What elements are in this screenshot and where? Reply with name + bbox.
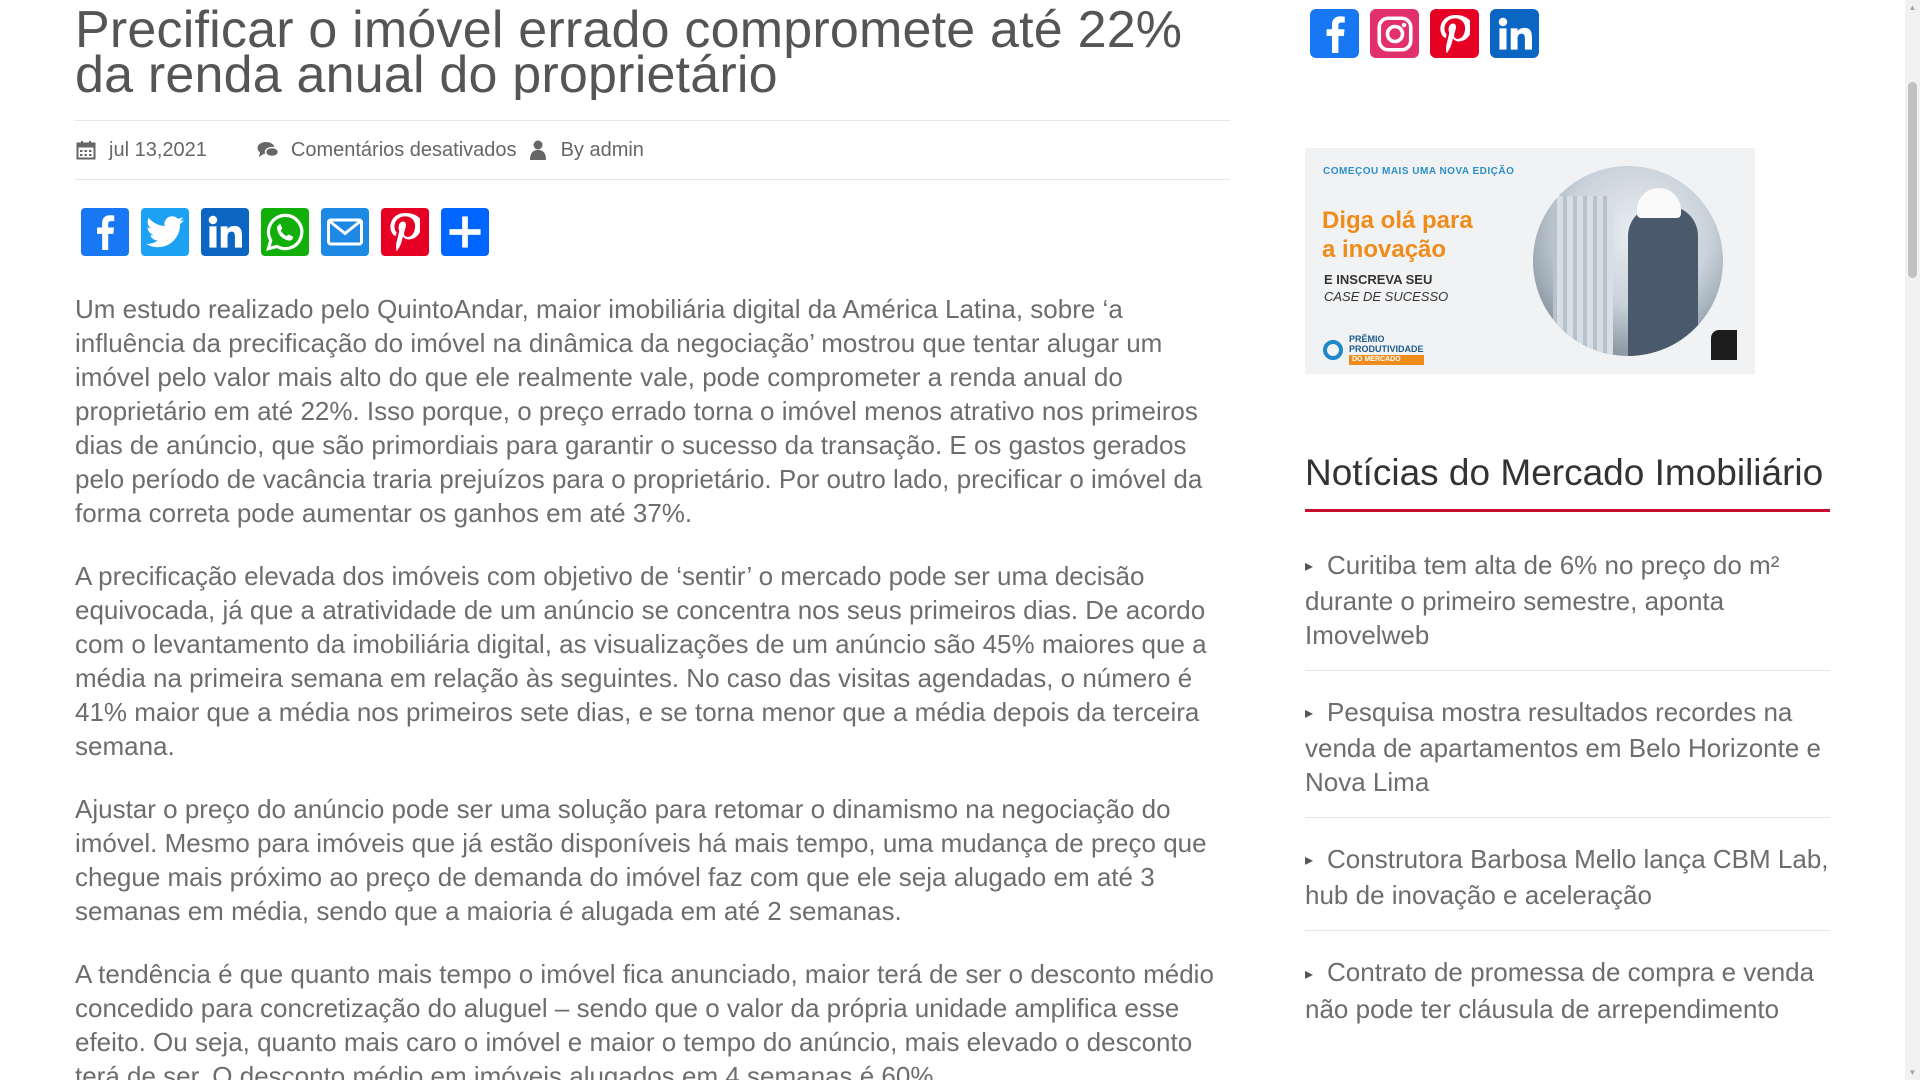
chevron-right-icon: ▸ (1305, 705, 1314, 723)
social-links (1310, 9, 1830, 58)
share-facebook-button[interactable] (81, 208, 129, 256)
scroll-up-icon[interactable]: ▲ (1905, 0, 1920, 15)
banner-sub-2: CASE DE SUCESSO (1324, 289, 1449, 304)
banner-logo: PRÊMIO PRODUTIVIDADE DO MERCADO (1323, 334, 1424, 365)
news-item[interactable]: ▸ Curitiba tem alta de 6% no preço do m² … (1305, 548, 1830, 672)
banner-logo-main: PRODUTIVIDADE (1349, 344, 1424, 354)
share-linkedin-button[interactable] (201, 208, 249, 256)
vertical-scrollbar[interactable]: ▲ ▼ (1905, 0, 1920, 1080)
twitter-icon (146, 216, 184, 248)
widget-title-underline (1305, 509, 1830, 512)
article-title: Precificar o imóvel errado compromete at… (75, 1, 1183, 100)
banner-logo-top: PRÊMIO (1349, 334, 1385, 344)
article-paragraph: A tendência é que quanto mais tempo o im… (75, 959, 1214, 1080)
banner-headline-line-1: Diga olá para (1322, 207, 1473, 234)
news-item-link[interactable]: Curitiba tem alta de 6% no preço do m² d… (1305, 550, 1779, 650)
post-author-link[interactable]: By admin (561, 139, 644, 162)
article-title-wrap: Precificar o imóvel errado compromete at… (75, 0, 1230, 100)
scrollbar-thumb[interactable] (1908, 82, 1917, 278)
social-pinterest-link[interactable] (1430, 9, 1479, 58)
post-meta: jul 13,2021 Comentários desativados By a… (75, 120, 1230, 180)
facebook-icon (1326, 15, 1345, 53)
post-comments: Comentários desativados (257, 139, 517, 162)
article: Precificar o imóvel errado compromete at… (75, 0, 1230, 1080)
whatsapp-icon (266, 213, 304, 251)
helmet-illustration (1637, 188, 1681, 218)
share-whatsapp-button[interactable] (261, 208, 309, 256)
pinterest-icon (1439, 14, 1470, 53)
linkedin-icon (1498, 17, 1532, 50)
gear-icon (1323, 339, 1343, 360)
news-item-link[interactable]: Pesquisa mostra resultados recordes na v… (1305, 697, 1821, 797)
banner-sub-1: E INSCREVA SEU (1324, 272, 1433, 287)
instagram-icon (1376, 15, 1413, 52)
banner-headline-line-2: a inovação (1322, 236, 1447, 263)
comments-icon (257, 139, 279, 161)
post-date: jul 13,2021 (75, 139, 207, 162)
article-paragraph: Ajustar o preço do anúncio pode ser uma … (75, 794, 1207, 926)
calendar-icon (75, 139, 97, 161)
scroll-down-icon[interactable]: ▼ (1905, 1065, 1920, 1080)
pinterest-icon (390, 213, 420, 251)
banner-photo (1533, 166, 1723, 356)
news-item-link[interactable]: Contrato de promessa de compra e venda n… (1305, 957, 1814, 1023)
share-twitter-button[interactable] (141, 208, 189, 256)
post-comments-text: Comentários desativados (290, 138, 517, 161)
user-icon (527, 139, 549, 161)
share-more-button[interactable] (441, 208, 489, 256)
building-illustration (1553, 196, 1613, 356)
promo-banner[interactable]: COMEÇOU MAIS UMA NOVA EDIÇÃO Diga olá pa… (1305, 148, 1755, 374)
facebook-icon (97, 215, 115, 250)
share-email-button[interactable] (321, 208, 369, 256)
plus-icon (449, 216, 481, 248)
news-item-link[interactable]: Construtora Barbosa Mello lança CBM Lab,… (1305, 844, 1829, 910)
news-widget-title: Notícias do Mercado Imobiliário (1305, 452, 1824, 493)
chevron-right-icon: ▸ (1305, 852, 1314, 870)
linkedin-icon (208, 215, 242, 248)
banner-tag: COMEÇOU MAIS UMA NOVA EDIÇÃO (1323, 166, 1515, 177)
news-item[interactable]: ▸ Construtora Barbosa Mello lança CBM Lab… (1305, 842, 1830, 932)
social-facebook-link[interactable] (1310, 9, 1359, 58)
chevron-right-icon: ▸ (1305, 558, 1314, 576)
social-instagram-link[interactable] (1370, 9, 1419, 58)
article-body: Um estudo realizado pelo QuintoAndar, ma… (75, 292, 1230, 1080)
article-paragraph: Um estudo realizado pelo QuintoAndar, ma… (75, 294, 1203, 528)
news-list: ▸ Curitiba tem alta de 6% no preço do m² … (1305, 548, 1830, 1044)
news-item[interactable]: ▸ Contrato de promessa de compra e venda … (1305, 955, 1830, 1043)
banner-logo-sub: DO MERCADO (1349, 355, 1424, 365)
social-linkedin-link[interactable] (1490, 9, 1539, 58)
banner-headline: Diga olá para a inovação (1322, 206, 1473, 264)
post-author: By admin (527, 139, 644, 162)
share-buttons (81, 208, 1230, 256)
person-illustration (1628, 206, 1698, 356)
banner-logo-text: PRÊMIO PRODUTIVIDADE DO MERCADO (1349, 334, 1424, 365)
sidebar: COMEÇOU MAIS UMA NOVA EDIÇÃO Diga olá pa… (1305, 0, 1830, 1068)
article-paragraph: A precificação elevada dos imóveis com o… (75, 561, 1207, 761)
share-pinterest-button[interactable] (381, 208, 429, 256)
chevron-right-icon: ▸ (1305, 965, 1314, 983)
email-icon (327, 218, 363, 246)
post-date-text: jul 13,2021 (109, 138, 207, 161)
news-item[interactable]: ▸ Pesquisa mostra resultados recordes na … (1305, 695, 1830, 819)
banner-corner-shape (1711, 330, 1737, 360)
